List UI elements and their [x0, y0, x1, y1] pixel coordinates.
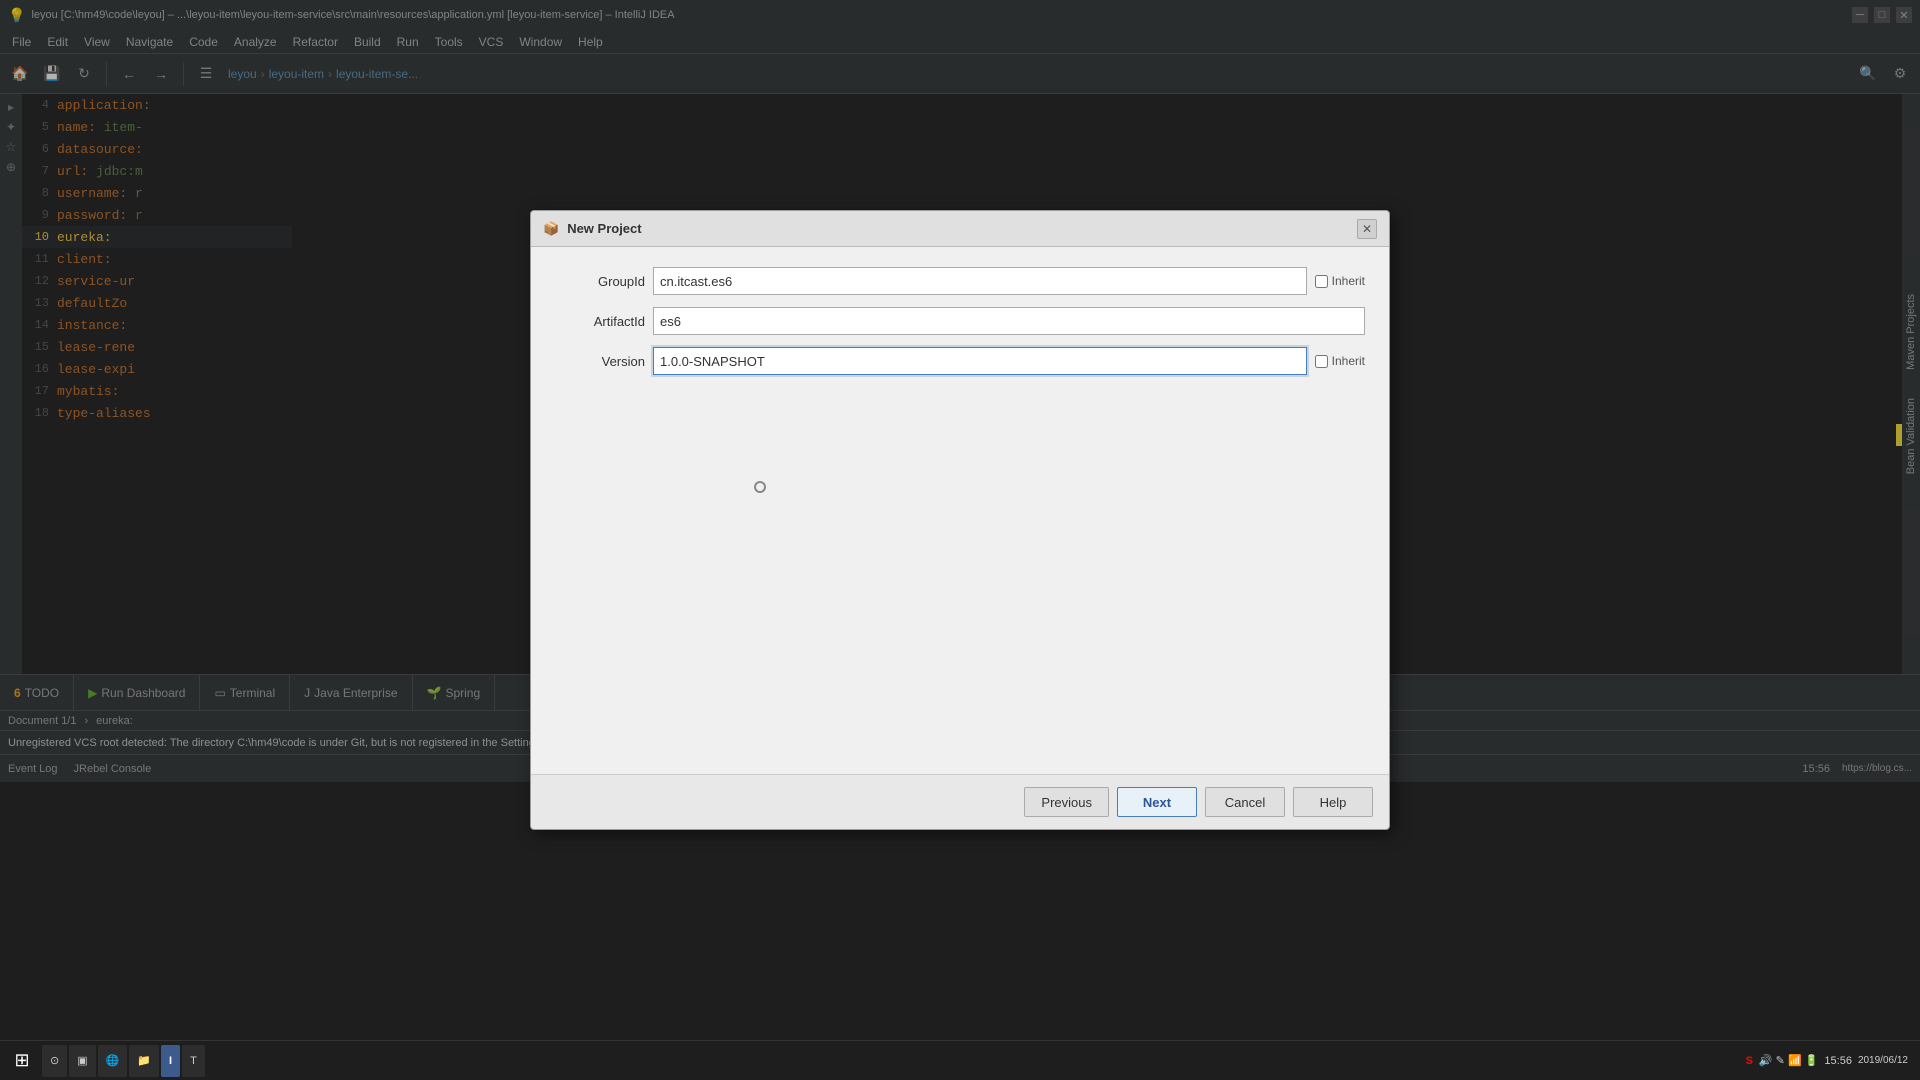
- taskbar-edge-btn[interactable]: 🌐: [98, 1045, 128, 1077]
- artifactid-label: ArtifactId: [555, 314, 645, 329]
- tray-icons: 🔊 ✎ 📶 🔋: [1759, 1054, 1818, 1067]
- version-row: Version Inherit: [555, 347, 1365, 375]
- version-inherit-checkbox[interactable]: [1315, 355, 1328, 368]
- groupid-row: GroupId Inherit: [555, 267, 1365, 295]
- version-inherit-label: Inherit: [1332, 354, 1365, 368]
- dialog-title: 📦 New Project: [543, 221, 642, 237]
- dialog-close-button[interactable]: ✕: [1357, 219, 1377, 239]
- idea-icon: I: [169, 1055, 172, 1067]
- artifactid-row: ArtifactId: [555, 307, 1365, 335]
- help-button[interactable]: Help: [1293, 787, 1373, 817]
- taskbar-search-btn[interactable]: ⊙: [42, 1045, 67, 1077]
- version-input[interactable]: [653, 347, 1307, 375]
- dialog-header: 📦 New Project ✕: [531, 211, 1389, 247]
- taskbar-explorer-btn[interactable]: 📁: [129, 1045, 159, 1077]
- dialog-title-text: New Project: [567, 221, 641, 236]
- dialog-icon: 📦: [543, 221, 559, 237]
- taskbar-date: 2019/06/12: [1858, 1055, 1908, 1066]
- new-project-dialog: 📦 New Project ✕ GroupId Inherit Artifact…: [530, 210, 1390, 830]
- version-label: Version: [555, 354, 645, 369]
- version-inherit: Inherit: [1315, 354, 1365, 368]
- modal-overlay: 📦 New Project ✕ GroupId Inherit Artifact…: [0, 0, 1920, 1040]
- groupid-inherit: Inherit: [1315, 274, 1365, 288]
- groupid-label: GroupId: [555, 274, 645, 289]
- previous-button[interactable]: Previous: [1024, 787, 1109, 817]
- taskbar-taskview-btn[interactable]: ▣: [69, 1045, 95, 1077]
- dialog-footer: Previous Next Cancel Help: [531, 774, 1389, 829]
- groupid-inherit-label: Inherit: [1332, 274, 1365, 288]
- groupid-inherit-checkbox[interactable]: [1315, 275, 1328, 288]
- artifactid-input[interactable]: [653, 307, 1365, 335]
- taskbar-idea-btn[interactable]: I: [161, 1045, 180, 1077]
- taskbar-time: 15:56: [1824, 1055, 1852, 1067]
- dialog-body: GroupId Inherit ArtifactId Version Inher…: [531, 247, 1389, 774]
- taskbar-btn-t[interactable]: T: [182, 1045, 205, 1077]
- cancel-button[interactable]: Cancel: [1205, 787, 1285, 817]
- system-tray: S 🔊 ✎ 📶 🔋 15:56 2019/06/12: [1746, 1054, 1916, 1067]
- next-button[interactable]: Next: [1117, 787, 1197, 817]
- taskbar: ⊞ ⊙ ▣ 🌐 📁 I T S 🔊 ✎ 📶 🔋 15:56 2019/06/12: [0, 1040, 1920, 1080]
- start-button[interactable]: ⊞: [4, 1043, 40, 1079]
- tray-s: S: [1746, 1055, 1753, 1067]
- groupid-input[interactable]: [653, 267, 1307, 295]
